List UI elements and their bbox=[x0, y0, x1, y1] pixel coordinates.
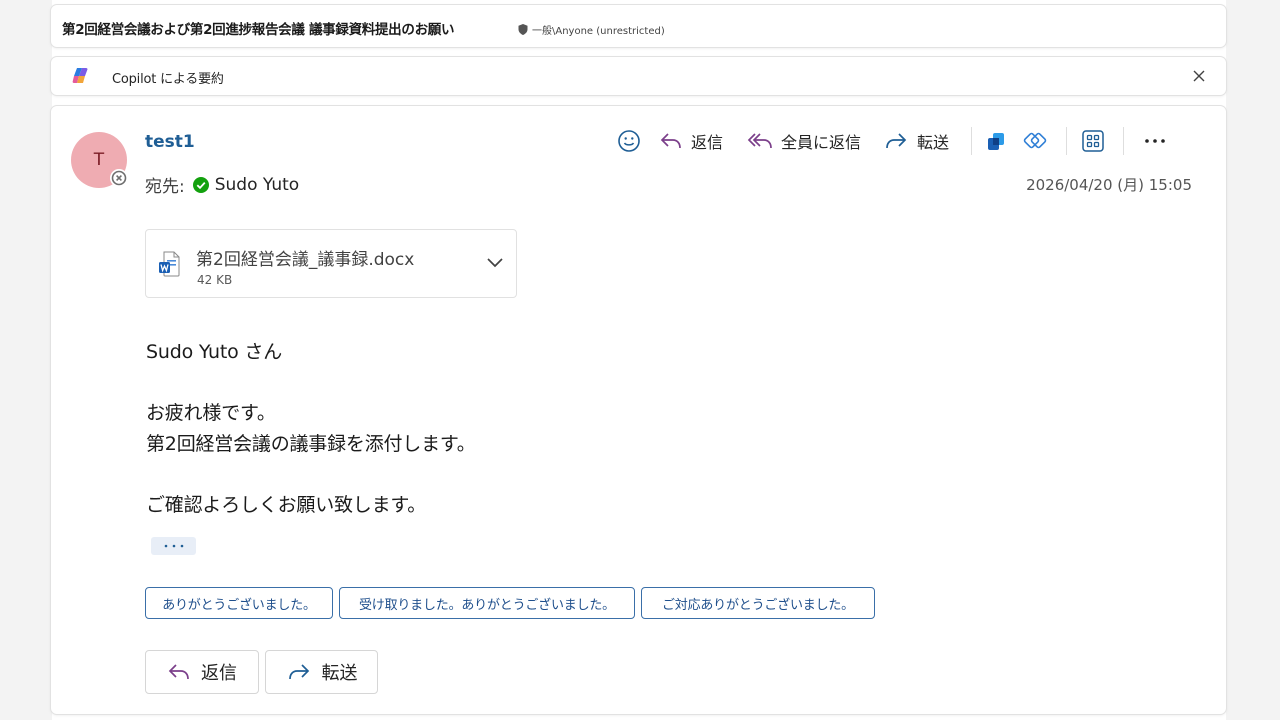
sensitivity-label-text: 一般\Anyone (unrestricted) bbox=[532, 26, 665, 37]
right-panel-edge bbox=[1226, 0, 1280, 720]
toolbar-divider bbox=[1066, 127, 1068, 155]
avatar-initial: T bbox=[93, 150, 105, 170]
copilot-icon bbox=[71, 67, 91, 85]
presence-available-icon bbox=[192, 176, 209, 193]
reply-all-icon bbox=[747, 131, 773, 151]
copilot-icon bbox=[986, 130, 1008, 152]
copilot-summary-title[interactable]: Copilot による要約 bbox=[112, 68, 224, 87]
to-label: 宛先: bbox=[145, 177, 185, 197]
reply-icon bbox=[659, 131, 683, 151]
sent-datetime: 2026/04/20 (月) 15:05 bbox=[1026, 176, 1192, 194]
copilot-button[interactable] bbox=[986, 130, 1008, 152]
attachment-name: 第2回経営会議_議事録.docx bbox=[196, 250, 415, 270]
reply-all-label: 全員に返信 bbox=[781, 133, 862, 152]
attachment-size: 42 KB bbox=[197, 273, 233, 287]
word-file-icon bbox=[158, 251, 180, 277]
emoji-icon bbox=[617, 129, 641, 153]
chevron-down-icon[interactable] bbox=[486, 255, 504, 269]
toolbar-divider bbox=[1123, 127, 1125, 155]
presence-offline-icon bbox=[110, 169, 128, 187]
reply-all-button[interactable]: 全員に返信 bbox=[747, 129, 861, 153]
toolbar-divider bbox=[971, 127, 973, 155]
forward-action-button[interactable]: 転送 bbox=[265, 650, 378, 694]
reply-label: 返信 bbox=[691, 133, 724, 152]
left-panel-edge bbox=[0, 0, 52, 720]
reply-button[interactable]: 返信 bbox=[659, 129, 723, 153]
body-line: お疲れ様です。 bbox=[146, 402, 276, 424]
body-line: 第2回経営会議の議事録を添付します。 bbox=[146, 433, 476, 455]
emoji-button[interactable] bbox=[617, 129, 641, 153]
reply-action-label: 返信 bbox=[201, 663, 237, 684]
loop-button[interactable] bbox=[1022, 130, 1048, 152]
show-quoted-text-button[interactable] bbox=[151, 537, 196, 555]
ellipsis-icon bbox=[163, 544, 185, 548]
more-actions-button[interactable] bbox=[1144, 138, 1166, 144]
sender-name[interactable]: test1 bbox=[145, 132, 195, 152]
forward-icon bbox=[883, 131, 909, 151]
apps-button[interactable] bbox=[1081, 129, 1105, 153]
suggested-reply-button[interactable]: ご対応ありがとうございました。 bbox=[641, 587, 875, 619]
body-line: ご確認よろしくお願い致します。 bbox=[146, 494, 427, 516]
close-icon[interactable] bbox=[1190, 67, 1208, 85]
suggested-reply-button[interactable]: 受け取りました。ありがとうございました。 bbox=[339, 587, 635, 619]
apps-icon bbox=[1081, 129, 1105, 153]
more-icon bbox=[1144, 138, 1166, 144]
suggested-reply-button[interactable]: ありがとうございました。 bbox=[145, 587, 333, 619]
message-toolbar: 返信 全員に返信 転送 bbox=[617, 124, 1166, 158]
shield-icon bbox=[518, 24, 528, 35]
email-subject: 第2回経営会議および第2回進捗報告会議 議事録資料提出のお願い bbox=[62, 22, 455, 38]
body-greeting: Sudo Yuto さん bbox=[146, 341, 283, 363]
loop-icon bbox=[1022, 130, 1048, 152]
forward-action-label: 転送 bbox=[321, 663, 358, 684]
attachment-card[interactable]: 第2回経営会議_議事録.docx 42 KB bbox=[145, 229, 517, 298]
recipient-name[interactable]: Sudo Yuto bbox=[215, 175, 299, 195]
message-card: T test1 宛先: Sudo Yuto 2026/04/20 (月) 15:… bbox=[51, 106, 1226, 714]
recipient-row: 宛先: Sudo Yuto bbox=[145, 172, 299, 198]
forward-button[interactable]: 転送 bbox=[883, 129, 949, 153]
reply-icon bbox=[167, 662, 191, 682]
sensitivity-label[interactable]: 一般\Anyone (unrestricted) bbox=[518, 22, 665, 37]
forward-icon bbox=[286, 662, 312, 682]
subject-header: 第2回経営会議および第2回進捗報告会議 議事録資料提出のお願い 一般\Anyon… bbox=[51, 5, 1226, 47]
reply-action-button[interactable]: 返信 bbox=[145, 650, 259, 694]
forward-label: 転送 bbox=[917, 133, 950, 152]
copilot-summary-bar[interactable]: Copilot による要約 bbox=[51, 57, 1226, 95]
